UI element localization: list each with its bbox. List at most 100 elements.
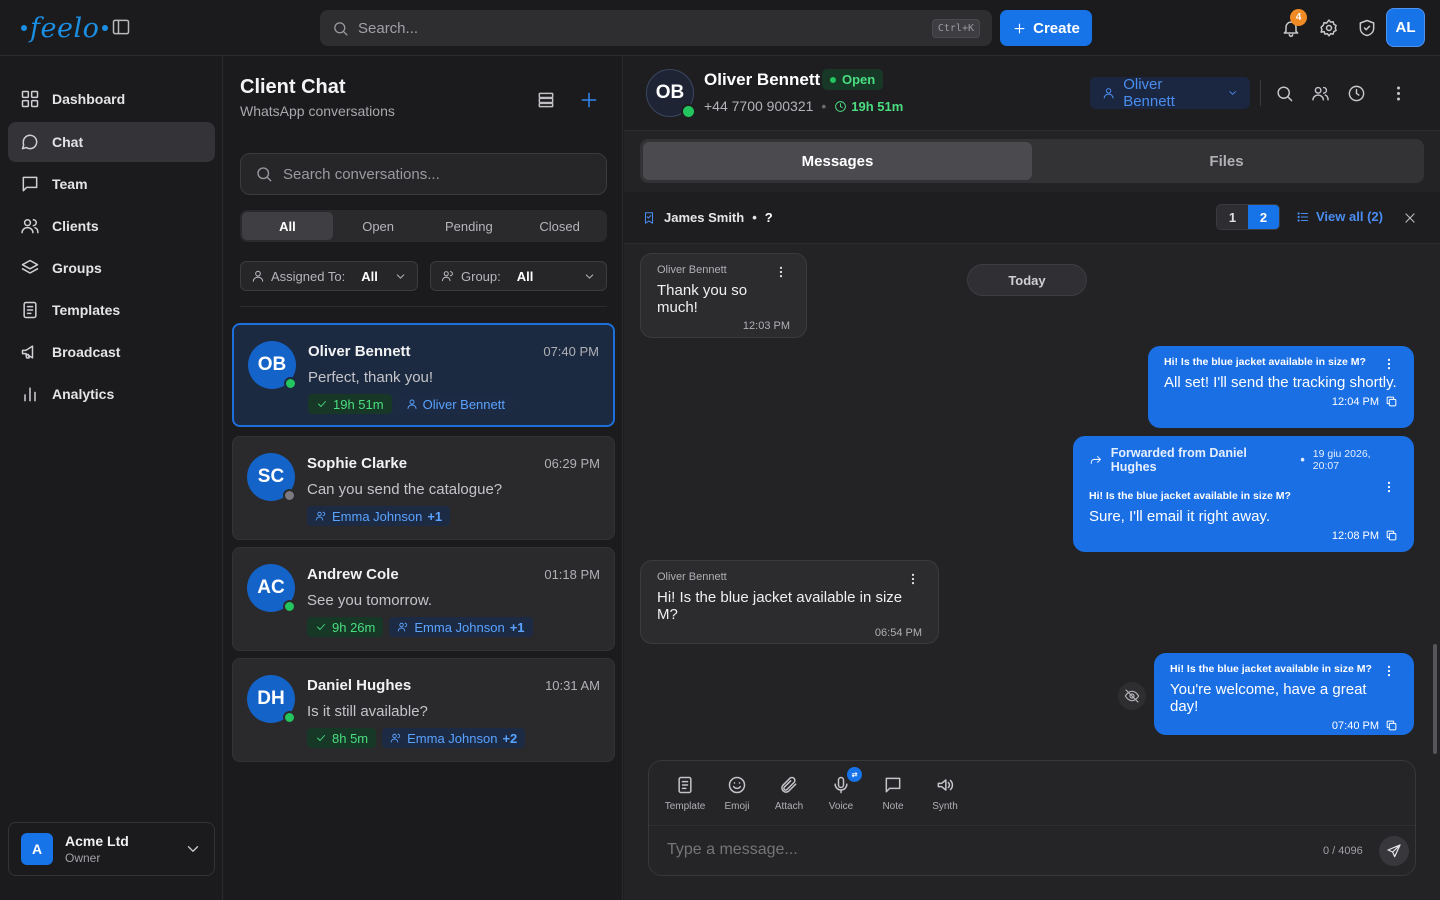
pinned-suffix: ?	[764, 210, 773, 225]
copy-icon[interactable]	[1385, 395, 1398, 408]
global-search[interactable]: Search... Ctrl+K	[320, 10, 992, 46]
status-badge: Open	[822, 69, 884, 90]
outgoing-message[interactable]: Hi! Is the blue jacket available in size…	[1148, 346, 1414, 428]
offline-status-dot	[283, 489, 296, 502]
nav-item-analytics[interactable]: Analytics	[8, 374, 215, 414]
scrollbar[interactable]	[1433, 644, 1437, 754]
list-icon	[1297, 211, 1309, 222]
message-input[interactable]	[667, 841, 1307, 859]
chevron-down-icon	[585, 273, 594, 279]
more-vertical-icon[interactable]	[1382, 480, 1396, 494]
org-switcher[interactable]: A Acme Ltd Owner	[8, 822, 215, 876]
conversation-item[interactable]: SC Sophie Clarke 06:29 PM Can you send t…	[232, 436, 615, 540]
participants-icon[interactable]	[1311, 84, 1330, 103]
more-vertical-icon[interactable]	[1382, 664, 1396, 678]
filter-tab-all[interactable]: All	[242, 212, 333, 240]
close-icon[interactable]	[1403, 211, 1417, 225]
voice-button[interactable]: ⇄ Voice	[817, 767, 865, 812]
divider	[649, 825, 1415, 826]
conversation-list-panel: Client Chat WhatsApp conversations Searc…	[224, 56, 623, 900]
character-counter: 0 / 4096	[1323, 845, 1363, 857]
search-icon[interactable]	[1275, 84, 1294, 103]
assigned-to-dropdown[interactable]: Assigned To: All	[240, 261, 418, 291]
eye-off-icon[interactable]	[1118, 682, 1146, 710]
megaphone-icon	[21, 345, 34, 359]
users-icon	[441, 271, 453, 282]
more-vertical-icon[interactable]	[1382, 357, 1396, 371]
conversation-search-input[interactable]: Search conversations...	[283, 166, 440, 183]
attach-button[interactable]: Attach	[765, 775, 813, 812]
status-filter-tabs: All Open Pending Closed	[240, 210, 607, 242]
response-timer-badge: 8h 5m	[307, 728, 377, 748]
users-icon	[398, 622, 408, 632]
template-button[interactable]: Template	[661, 775, 709, 812]
tab-files[interactable]: Files	[1032, 142, 1421, 180]
user-icon	[252, 270, 264, 282]
conversation-time: 06:29 PM	[544, 456, 600, 471]
more-vertical-icon[interactable]	[1389, 84, 1408, 103]
synth-button[interactable]: Synth	[921, 775, 969, 812]
storage-icon[interactable]	[536, 90, 556, 110]
more-vertical-icon[interactable]	[906, 572, 920, 586]
global-search-input[interactable]: Search...	[358, 20, 932, 37]
nav-item-templates[interactable]: Templates	[8, 290, 215, 330]
quoted-message: Hi! Is the blue jacket available in size…	[1089, 490, 1291, 502]
forwarded-message[interactable]: Forwarded from Daniel Hughes • 19 giu 20…	[1073, 436, 1414, 552]
conversation-item[interactable]: AC Andrew Cole 01:18 PM See you tomorrow…	[232, 547, 615, 651]
pinned-name[interactable]: James Smith	[664, 210, 744, 225]
brand-logo[interactable]: feelo	[18, 10, 111, 46]
incoming-message[interactable]: Oliver Bennett Hi! Is the blue jacket av…	[640, 560, 939, 644]
contact-avatar[interactable]: OB	[646, 69, 696, 119]
avatar: SC	[247, 453, 296, 502]
file-text-icon	[678, 776, 692, 794]
filter-tab-pending[interactable]: Pending	[424, 212, 515, 240]
more-vertical-icon[interactable]	[774, 265, 788, 279]
group-dropdown[interactable]: Group: All	[430, 261, 607, 291]
search-icon	[334, 21, 348, 36]
sidebar-toggle-icon[interactable]	[111, 17, 131, 37]
pinned-page-1[interactable]: 1	[1217, 205, 1248, 229]
note-button[interactable]: Note	[869, 775, 917, 812]
nav-item-chat[interactable]: Chat	[8, 122, 215, 162]
file-text-icon	[23, 301, 37, 319]
nav-item-team[interactable]: Team	[8, 164, 215, 204]
send-button[interactable]	[1379, 836, 1409, 866]
conversation-search[interactable]: Search conversations...	[240, 153, 607, 195]
gear-icon[interactable]	[1319, 18, 1339, 38]
nav-item-broadcast[interactable]: Broadcast	[8, 332, 215, 372]
user-avatar[interactable]: AL	[1386, 8, 1425, 47]
quoted-message: Hi! Is the blue jacket available in size…	[1164, 356, 1366, 368]
assignee-dropdown[interactable]: Oliver Bennett	[1090, 76, 1250, 110]
conversation-item[interactable]: DH Daniel Hughes 10:31 AM Is it still av…	[232, 658, 615, 762]
layers-icon	[21, 259, 39, 274]
copy-icon[interactable]	[1385, 719, 1398, 732]
filter-tab-open[interactable]: Open	[333, 212, 424, 240]
nav-item-groups[interactable]: Groups	[8, 248, 215, 288]
pinned-page-2[interactable]: 2	[1248, 205, 1279, 229]
create-button[interactable]: Create	[1000, 10, 1092, 46]
tab-messages[interactable]: Messages	[643, 142, 1032, 180]
pinned-pagination: 1 2	[1216, 204, 1280, 230]
online-status-dot	[283, 711, 296, 724]
emoji-button[interactable]: Emoji	[713, 775, 761, 812]
history-icon[interactable]	[1347, 84, 1366, 103]
chat-view-tabs: Messages Files	[640, 139, 1424, 183]
shield-icon[interactable]	[1357, 18, 1377, 38]
incoming-message[interactable]: Oliver Bennett Thank you so much! 12:03 …	[640, 253, 807, 338]
copy-icon[interactable]	[1385, 529, 1398, 542]
new-conversation-icon[interactable]	[579, 90, 599, 110]
speaker-icon	[937, 779, 954, 791]
assignee-badge: Oliver Bennett	[397, 394, 513, 414]
nav-item-clients[interactable]: Clients	[8, 206, 215, 246]
ai-badge-icon: ⇄	[847, 767, 862, 782]
outgoing-message[interactable]: Hi! Is the blue jacket available in size…	[1154, 653, 1414, 735]
search-icon	[257, 167, 272, 182]
left-navigation: Dashboard Chat Team Clients Groups Templ…	[0, 56, 223, 900]
conversation-item[interactable]: OB Oliver Bennett 07:40 PM Perfect, than…	[232, 323, 615, 427]
nav-item-dashboard[interactable]: Dashboard	[8, 79, 215, 119]
online-status-dot	[284, 377, 297, 390]
filter-tab-closed[interactable]: Closed	[514, 212, 605, 240]
message-list[interactable]: Oliver Bennett Thank you so much! 12:03 …	[624, 244, 1440, 760]
view-all-pinned-link[interactable]: View all (2)	[1296, 209, 1383, 224]
divider	[1260, 80, 1261, 106]
